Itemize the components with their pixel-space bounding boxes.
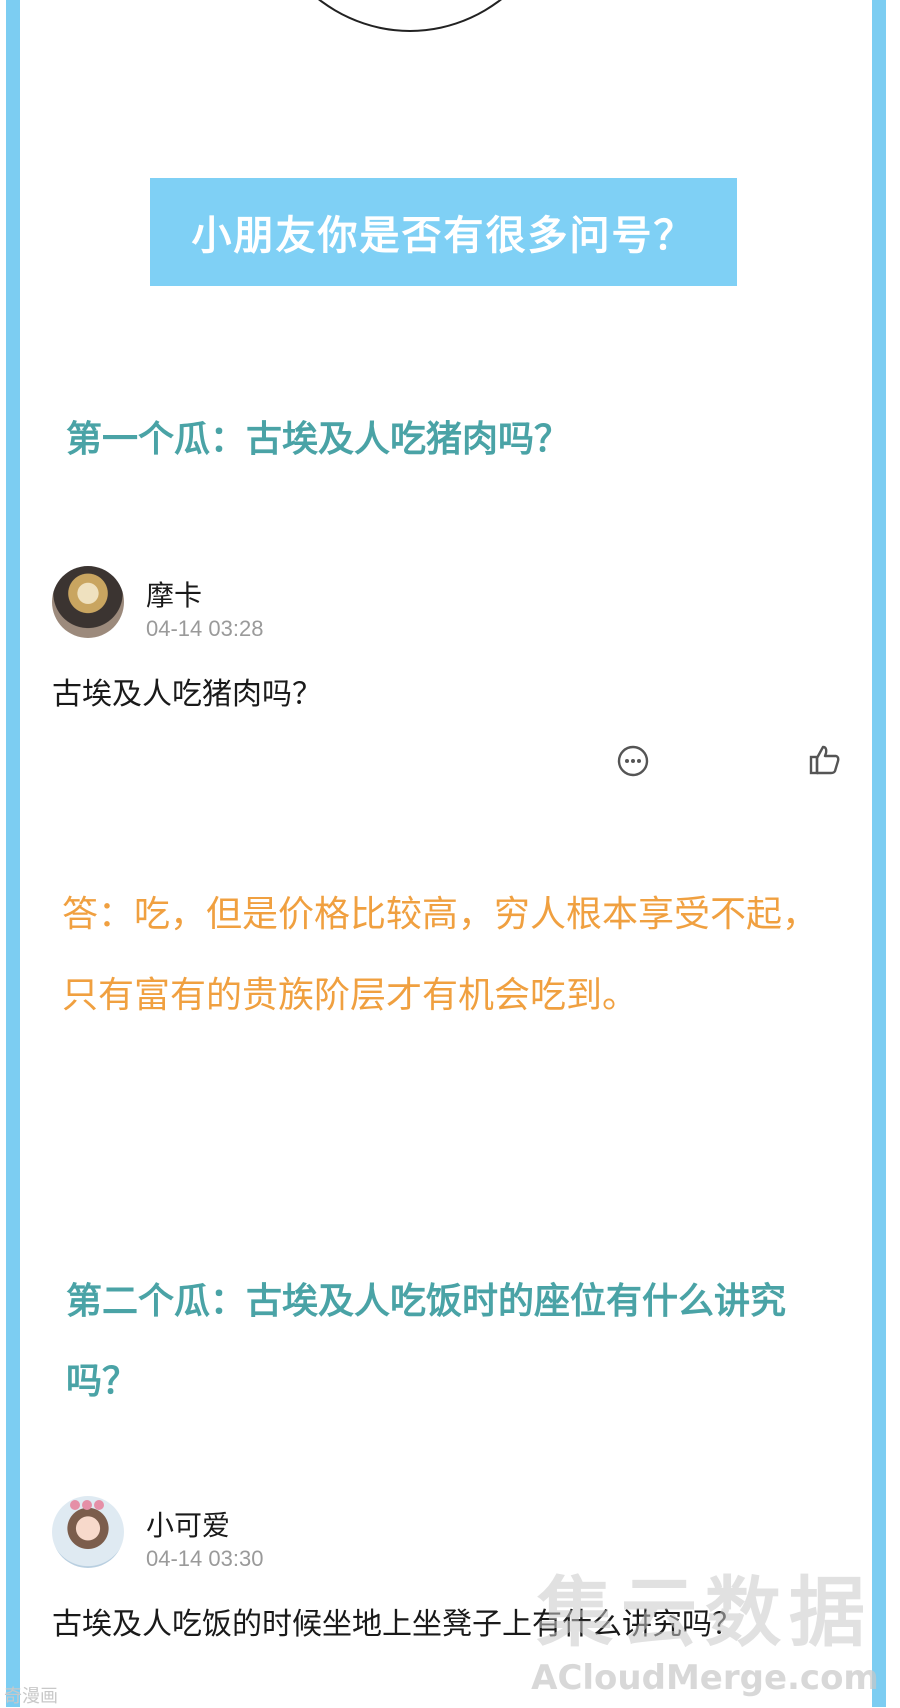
banner-title: 小朋友你是否有很多问号？: [191, 213, 696, 259]
source-mark: 奇漫画: [4, 1686, 58, 1707]
watermark-url: ACloudMerge.com: [531, 1658, 879, 1698]
answer-text: 答：吃，但是价格比较高，穷人根本享受不起，只有富有的贵族阶层才有机会吃到。: [62, 894, 819, 1016]
section-title-1: 第一个瓜：古埃及人吃猪肉吗？: [66, 419, 571, 460]
timestamp: 04-14 03:30: [146, 1546, 264, 1571]
thumbs-up-icon[interactable]: [808, 743, 842, 777]
decorative-arc: [250, 0, 570, 32]
avatar[interactable]: [52, 1496, 124, 1568]
comment-text: 古埃及人吃猪肉吗？: [52, 677, 322, 712]
comment-text: 古埃及人吃饭的时候坐地上坐凳子上有什么讲究吗？: [52, 1607, 742, 1642]
username[interactable]: 摩卡: [146, 574, 202, 614]
right-border: [872, 0, 886, 1707]
comment-icon[interactable]: [616, 744, 650, 778]
timestamp: 04-14 03:28: [146, 616, 264, 641]
avatar[interactable]: [52, 566, 124, 638]
section-title-2: 第二个瓜：古埃及人吃饭时的座位有什么讲究吗？: [66, 1281, 787, 1402]
question-banner: 小朋友你是否有很多问号？: [150, 178, 737, 286]
username[interactable]: 小可爱: [146, 1504, 230, 1544]
left-border: [6, 0, 20, 1707]
